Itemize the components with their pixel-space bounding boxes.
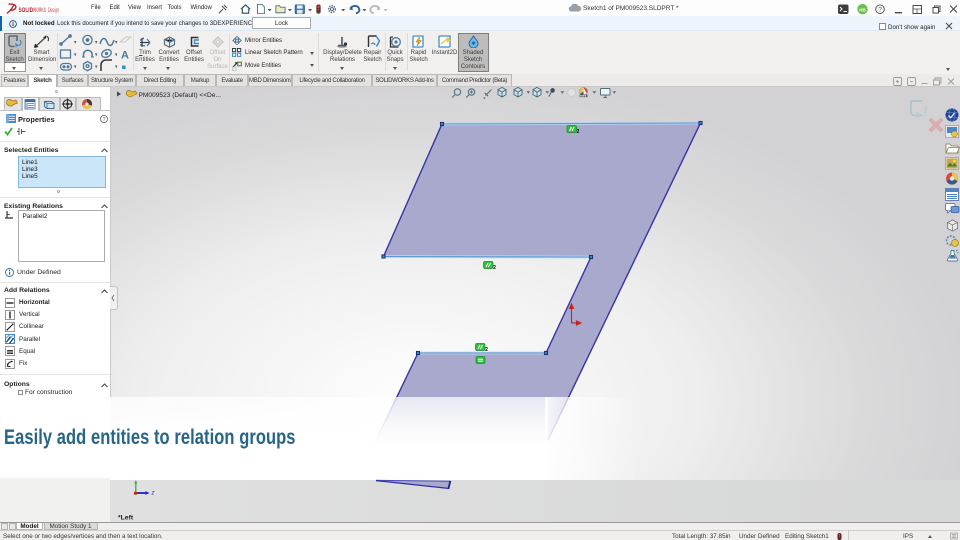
svg-text:?: ? <box>102 117 105 123</box>
svg-text:?: ? <box>878 7 882 14</box>
svg-text:A: A <box>121 50 129 62</box>
svg-text:Design: Design <box>48 6 59 13</box>
svg-text:HB: HB <box>859 7 866 12</box>
svg-text:WORKS: WORKS <box>33 6 46 13</box>
svg-text:SOLID: SOLID <box>19 6 34 13</box>
